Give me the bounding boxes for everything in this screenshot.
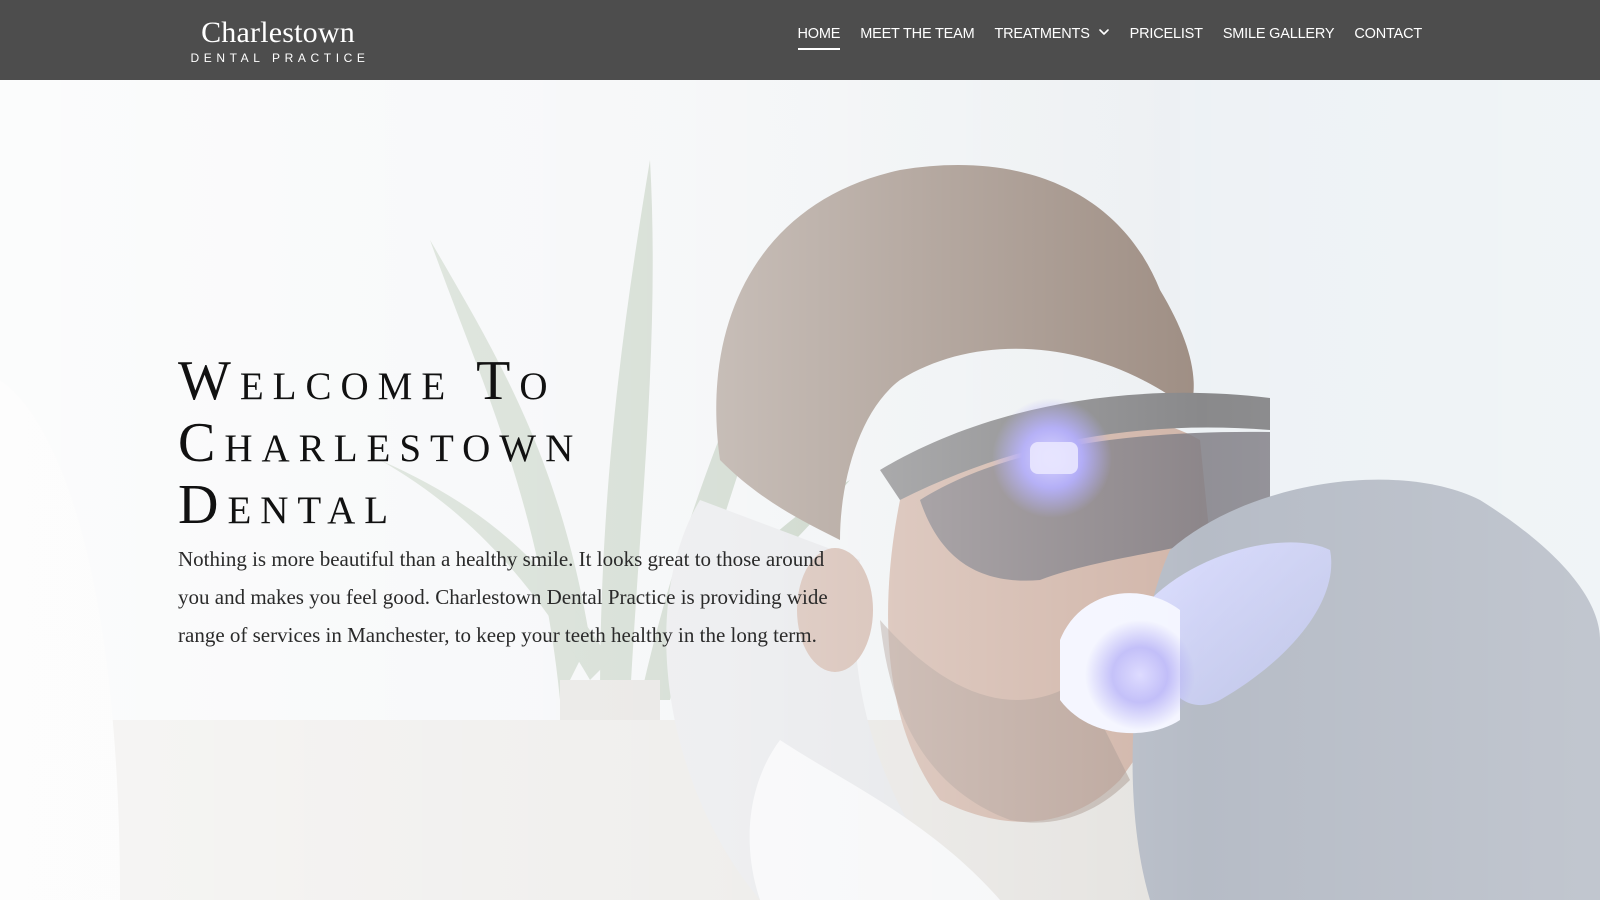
nav-item-treatments-label: TREATMENTS [994, 26, 1090, 42]
hero-title-line: Charlestown [178, 412, 583, 474]
nav-item-treatments[interactable]: TREATMENTS [994, 26, 1109, 48]
logo-subtitle: DENTAL PRACTICE [190, 51, 370, 65]
nav-item-smile-gallery[interactable]: SMILE GALLERY [1223, 26, 1335, 48]
nav-item-pricelist[interactable]: PRICELIST [1130, 26, 1203, 48]
logo-name: Charlestown [201, 16, 355, 49]
chevron-down-icon [1098, 26, 1110, 38]
hero-title: Welcome To Charlestown Dental [178, 350, 738, 536]
nav-item-contact[interactable]: CONTACT [1354, 26, 1422, 48]
hero-description: Nothing is more beautiful than a healthy… [178, 547, 828, 647]
site-header: Charlestown DENTAL PRACTICE HOME MEET TH… [0, 0, 1600, 80]
nav-item-meet-the-team[interactable]: MEET THE TEAM [860, 26, 974, 48]
hero-section: Welcome To Charlestown Dental Nothing is… [0, 80, 1600, 900]
hero-title-line: Dental [178, 474, 398, 536]
hero-title-line: Welcome To [178, 350, 557, 412]
site-logo[interactable]: Charlestown DENTAL PRACTICE [182, 16, 374, 66]
nav-item-home[interactable]: HOME [797, 26, 840, 50]
main-nav: HOME MEET THE TEAM TREATMENTS PRICELIST … [797, 26, 1422, 54]
